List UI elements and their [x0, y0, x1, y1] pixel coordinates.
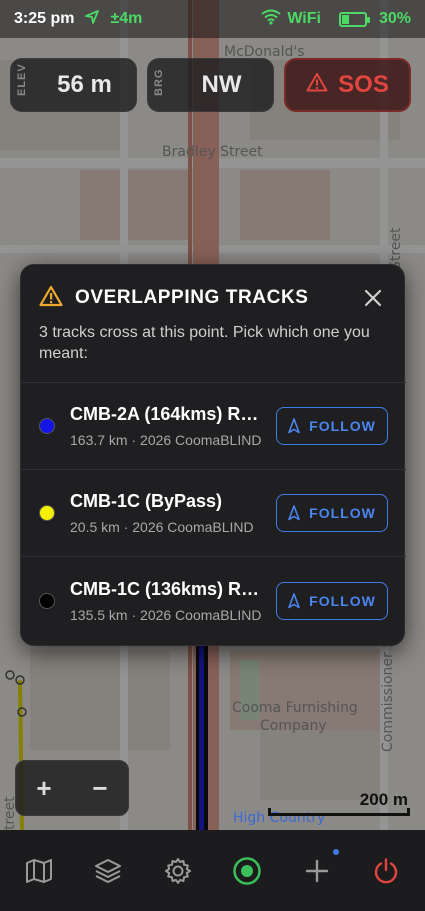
dialog-title: OVERLAPPING TRACKS [75, 287, 309, 308]
warning-icon [306, 71, 328, 99]
track-color-dot [39, 592, 55, 609]
overlapping-tracks-dialog: OVERLAPPING TRACKS 3 tracks cross at thi… [20, 264, 406, 646]
status-time: 3:25 pm [14, 10, 75, 27]
plus-icon [305, 859, 328, 882]
map-label-commissioner: Commissioner S [380, 638, 396, 752]
navigation-arrow-icon [288, 418, 300, 434]
scale-label: 200 m [359, 790, 408, 809]
bearing-chip[interactable]: BRG NW [147, 58, 274, 112]
track-list: CMB-2A (164kms) Road Route 163.7 km · 20… [21, 382, 406, 644]
elev-label: ELEV [16, 63, 28, 96]
map-label-furnishing: Cooma Furnishing [232, 700, 358, 716]
follow-label: FOLLOW [309, 592, 376, 609]
scale-bar: 200 m [268, 790, 410, 816]
battery-icon [338, 11, 370, 27]
zoom-controls: + − [15, 760, 129, 816]
dialog-message: 3 tracks cross at this point. Pick which… [39, 324, 370, 362]
record-button[interactable] [219, 843, 275, 899]
follow-label: FOLLOW [309, 418, 376, 434]
track-name: CMB-1C (ByPass) [70, 491, 223, 511]
bottom-nav [0, 830, 425, 911]
follow-button[interactable]: FOLLOW [276, 581, 388, 620]
notification-dot [332, 848, 339, 855]
layers-button[interactable] [80, 843, 136, 899]
track-name: CMB-2A (164kms) Road Route [70, 404, 266, 424]
track-color-dot [39, 505, 55, 521]
track-row[interactable]: CMB-1C (ByPass) 20.5 km · 2026 CoomaBLIN… [21, 470, 406, 557]
layers-icon [95, 858, 122, 883]
wifi-label: WiFi [287, 10, 321, 27]
close-icon [364, 289, 382, 307]
zoom-out-button[interactable]: − [72, 761, 128, 815]
elevation-chip[interactable]: ELEV 56 m [10, 58, 137, 112]
track-row[interactable]: CMB-2A (164kms) Road Route 163.7 km · 20… [21, 383, 406, 470]
follow-label: FOLLOW [309, 505, 376, 521]
elev-value: 56 m [57, 71, 112, 98]
navigation-arrow-icon [288, 592, 300, 608]
dialog-header: OVERLAPPING TRACKS [39, 285, 386, 311]
track-details: 135.5 km · 2026 CoomaBLIND [70, 606, 262, 623]
close-button[interactable] [360, 285, 386, 311]
map-button[interactable] [11, 843, 67, 899]
track-row[interactable]: CMB-1C (136kms) Road Route 135.5 km · 20… [21, 557, 406, 644]
status-bar: 3:25 pm ±4m WiFi 30% [0, 0, 425, 38]
track-details: 20.5 km · 2026 CoomaBLIND [70, 519, 254, 535]
warning-icon [39, 285, 63, 312]
gps-arrow-icon [84, 9, 100, 30]
settings-button[interactable] [150, 843, 206, 899]
wifi-icon [261, 9, 281, 30]
power-icon [375, 857, 398, 883]
record-icon [233, 856, 261, 885]
brg-value: NW [201, 71, 242, 98]
scale-bar-line [268, 808, 410, 816]
sos-button[interactable]: SOS [284, 58, 411, 112]
map-label-furnishing-2: Company [260, 718, 327, 734]
battery-percent: 30% [378, 10, 411, 27]
map-label-bradley-street: Bradley Street [162, 144, 263, 160]
track-name: CMB-1C (136kms) Road Route [70, 578, 266, 599]
brg-label: BRG [153, 68, 165, 96]
sos-label: SOS [338, 71, 389, 98]
add-button[interactable] [289, 843, 345, 899]
navigation-arrow-icon [288, 505, 300, 521]
power-button[interactable] [358, 843, 414, 899]
zoom-in-button[interactable]: + [16, 761, 72, 815]
gear-icon [164, 857, 191, 884]
map-icon [25, 858, 52, 883]
follow-button[interactable]: FOLLOW [276, 407, 388, 445]
gps-accuracy: ±4m [110, 10, 143, 27]
track-details: 163.7 km · 2026 CoomaBLIND [70, 432, 262, 448]
follow-button[interactable]: FOLLOW [276, 494, 388, 532]
track-color-dot [39, 418, 55, 434]
